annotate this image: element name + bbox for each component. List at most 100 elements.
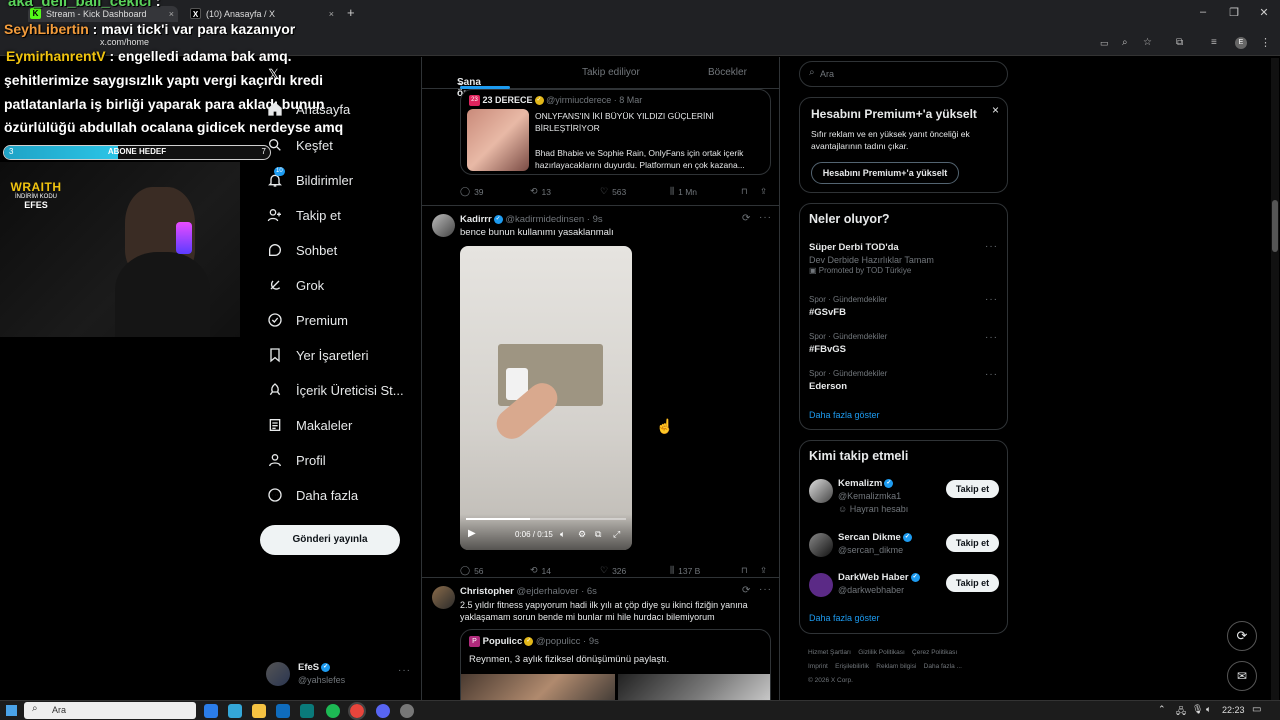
discord-icon[interactable] xyxy=(376,704,390,718)
sidebar-item-article[interactable]: Makaleler xyxy=(266,412,352,438)
follow-button[interactable]: Takip et xyxy=(946,574,999,592)
taskbar-search[interactable]: ⌕ Ara xyxy=(24,702,196,719)
new-tab-button[interactable]: + xyxy=(347,5,355,20)
x-logo-icon[interactable]: 𝕏 xyxy=(268,66,279,83)
follow-suggestion[interactable]: DarkWeb Haber ✓ @darkwebhaber Takip et xyxy=(809,571,1001,601)
grok-icon[interactable]: ⟳ xyxy=(742,213,750,224)
taskbar-search-input[interactable]: Ara xyxy=(52,705,66,715)
sidebar-item-profile[interactable]: Profil xyxy=(266,447,326,473)
edge-icon[interactable] xyxy=(204,704,218,718)
reply-button[interactable]: ◯ 39 xyxy=(460,186,484,197)
footer-link[interactable]: Erişilebilirlik xyxy=(835,663,869,670)
volume-icon[interactable]: 🔈︎ xyxy=(1206,704,1211,715)
tweet-more-icon[interactable]: ··· xyxy=(759,212,772,223)
follow-suggestion[interactable]: Sercan Dikme ✓ @sercan_dikme Takip et xyxy=(809,531,1001,561)
mic-icon[interactable]: 🎙︎ xyxy=(1192,704,1203,715)
post-button[interactable]: Gönderi yayınla xyxy=(260,525,400,555)
tweet[interactable]: Kadirrr ✓ @kadirmidedinsen · 9s ⟳ ··· ben… xyxy=(422,206,779,578)
bookmark-button[interactable]: ⊓ xyxy=(741,186,748,197)
tweet-video[interactable]: ▶ 0:06 / 0:15 🔈︎ ⚙ ⧉ ⤢ xyxy=(460,246,632,550)
account-more-icon[interactable]: ··· xyxy=(398,665,411,676)
tweet-author[interactable]: Christopher xyxy=(460,586,514,597)
zoom-icon[interactable]: ⌕ xyxy=(1122,37,1128,48)
footer-link[interactable]: Çerez Politikası xyxy=(912,649,957,656)
follow-suggestion[interactable]: Kemalizm ✓ @Kemalizmka1 ☺ Hayran hesabı T… xyxy=(809,477,1001,517)
tweet[interactable]: 23 23 DERECE ✓ @yirmiucderece · 8 Mar ONL… xyxy=(422,89,779,206)
sidebar-item-chat[interactable]: Sohbet xyxy=(266,237,337,263)
repost-button[interactable]: ⟲ 13 xyxy=(530,186,551,197)
trends-show-more[interactable]: Daha fazla göster xyxy=(809,410,880,420)
sidebar-item-person-add[interactable]: Takip et xyxy=(266,202,341,228)
like-button[interactable]: ♡ 563 xyxy=(600,186,626,197)
clock[interactable]: 22:23 xyxy=(1222,705,1245,715)
tab-following[interactable]: Takip ediliyor xyxy=(582,67,640,78)
sidebar-item-search[interactable]: Keşfet xyxy=(266,132,333,158)
tweet[interactable]: Christopher @ejderhalover · 6s ⟳ ··· 2.5… xyxy=(422,578,779,719)
trend-item[interactable]: Süper Derbi TOD'da Dev Derbide Hazırlıkl… xyxy=(809,242,1001,275)
tweet-avatar[interactable] xyxy=(432,586,455,609)
tweet-more-icon[interactable]: ··· xyxy=(759,584,772,595)
notifications-icon[interactable]: ▭ xyxy=(1252,704,1261,715)
app-icon[interactable] xyxy=(228,704,242,718)
messages-fab-icon[interactable]: ✉ xyxy=(1227,661,1257,691)
bookmark-star-icon[interactable]: ☆ xyxy=(1143,37,1152,48)
trend-item[interactable]: Spor · Gündemdekiler Ederson xyxy=(809,369,887,392)
spotify-icon[interactable] xyxy=(326,704,340,718)
tray-chevron-icon[interactable]: ⌃ xyxy=(1158,704,1166,715)
footer-link[interactable]: Imprint xyxy=(808,663,828,670)
views-button[interactable]: ⫼ 1 Mn xyxy=(670,186,697,197)
minimize-icon[interactable]: – xyxy=(1196,6,1210,18)
follow-button[interactable]: Takip et xyxy=(946,480,999,498)
premium-upgrade-button[interactable]: Hesabını Premium+'a yükselt xyxy=(811,162,959,184)
quote-tweet[interactable]: 23 23 DERECE ✓ @yirmiucderece · 8 Mar ONL… xyxy=(460,89,771,175)
play-icon[interactable]: ▶ xyxy=(468,528,476,539)
footer-link[interactable]: Daha fazla ... xyxy=(924,663,962,670)
footer-link[interactable]: Hizmet Şartları xyxy=(808,649,851,656)
file-explorer-icon[interactable] xyxy=(252,704,266,718)
close-icon[interactable]: × xyxy=(992,103,999,117)
trend-more-icon[interactable]: ··· xyxy=(985,294,998,305)
trend-more-icon[interactable]: ··· xyxy=(985,332,998,343)
footer-link[interactable]: Reklam bilgisi xyxy=(876,663,916,670)
outlook-icon[interactable] xyxy=(276,704,290,718)
views-button[interactable]: ⫼ 137 B xyxy=(670,565,700,576)
grok-fab-icon[interactable]: ⟳ xyxy=(1227,621,1257,651)
sidebar-item-premium[interactable]: Premium xyxy=(266,307,348,333)
tab-search-icon[interactable]: ≡ xyxy=(1211,37,1217,48)
windows-start-icon[interactable] xyxy=(6,705,17,716)
scrollbar[interactable] xyxy=(1271,58,1279,700)
app-icon[interactable] xyxy=(400,704,414,718)
maximize-icon[interactable]: ❐ xyxy=(1227,6,1241,19)
volume-icon[interactable]: 🔈︎ xyxy=(560,529,565,540)
network-icon[interactable]: 🖧︎ xyxy=(1176,704,1186,720)
menu-icon[interactable]: ⋮ xyxy=(1260,36,1271,49)
sidebar-item-rocket[interactable]: İçerik Üreticisi St... xyxy=(266,377,404,403)
follow-show-more[interactable]: Daha fazla göster xyxy=(809,613,880,623)
account-switcher[interactable]: EfeS ✓ @yahslefes ··· xyxy=(266,660,414,688)
follow-button[interactable]: Takip et xyxy=(946,534,999,552)
search-input[interactable]: Ara xyxy=(820,69,834,79)
video-progress-track[interactable] xyxy=(466,518,626,520)
tweet-time[interactable]: · 6s xyxy=(581,586,597,597)
share-button[interactable]: ⇪ xyxy=(760,565,767,576)
sidebar-item-home[interactable]: Anasayfa xyxy=(266,96,350,122)
tweet-time[interactable]: · 9s xyxy=(587,214,603,225)
trend-item[interactable]: Spor · Gündemdekiler #GSvFB xyxy=(809,295,887,318)
bookmark-button[interactable]: ⊓ xyxy=(741,565,748,576)
share-button[interactable]: ⇪ xyxy=(760,186,767,197)
sidebar-item-grok[interactable]: Grok xyxy=(266,272,324,298)
chrome-icon[interactable] xyxy=(348,702,366,720)
reply-button[interactable]: ◯ 56 xyxy=(460,565,484,576)
install-icon[interactable]: ▭ xyxy=(1100,38,1109,49)
tweet-handle[interactable]: @ejderhalover xyxy=(516,586,578,597)
tweet-avatar[interactable] xyxy=(432,214,455,237)
tweet-handle[interactable]: @kadirmidedinsen xyxy=(505,214,584,225)
like-button[interactable]: ♡ 326 xyxy=(600,565,626,576)
footer-link[interactable]: Gizlilik Politikası xyxy=(858,649,905,656)
pip-icon[interactable]: ⧉ xyxy=(595,529,601,540)
sidebar-item-more[interactable]: Daha fazla xyxy=(266,482,358,508)
search-box[interactable]: ⌕ Ara xyxy=(799,61,1008,87)
repost-button[interactable]: ⟲ 14 xyxy=(530,565,551,576)
profile-avatar-icon[interactable]: E xyxy=(1235,37,1247,49)
extensions-icon[interactable]: ⧉ xyxy=(1176,37,1183,48)
